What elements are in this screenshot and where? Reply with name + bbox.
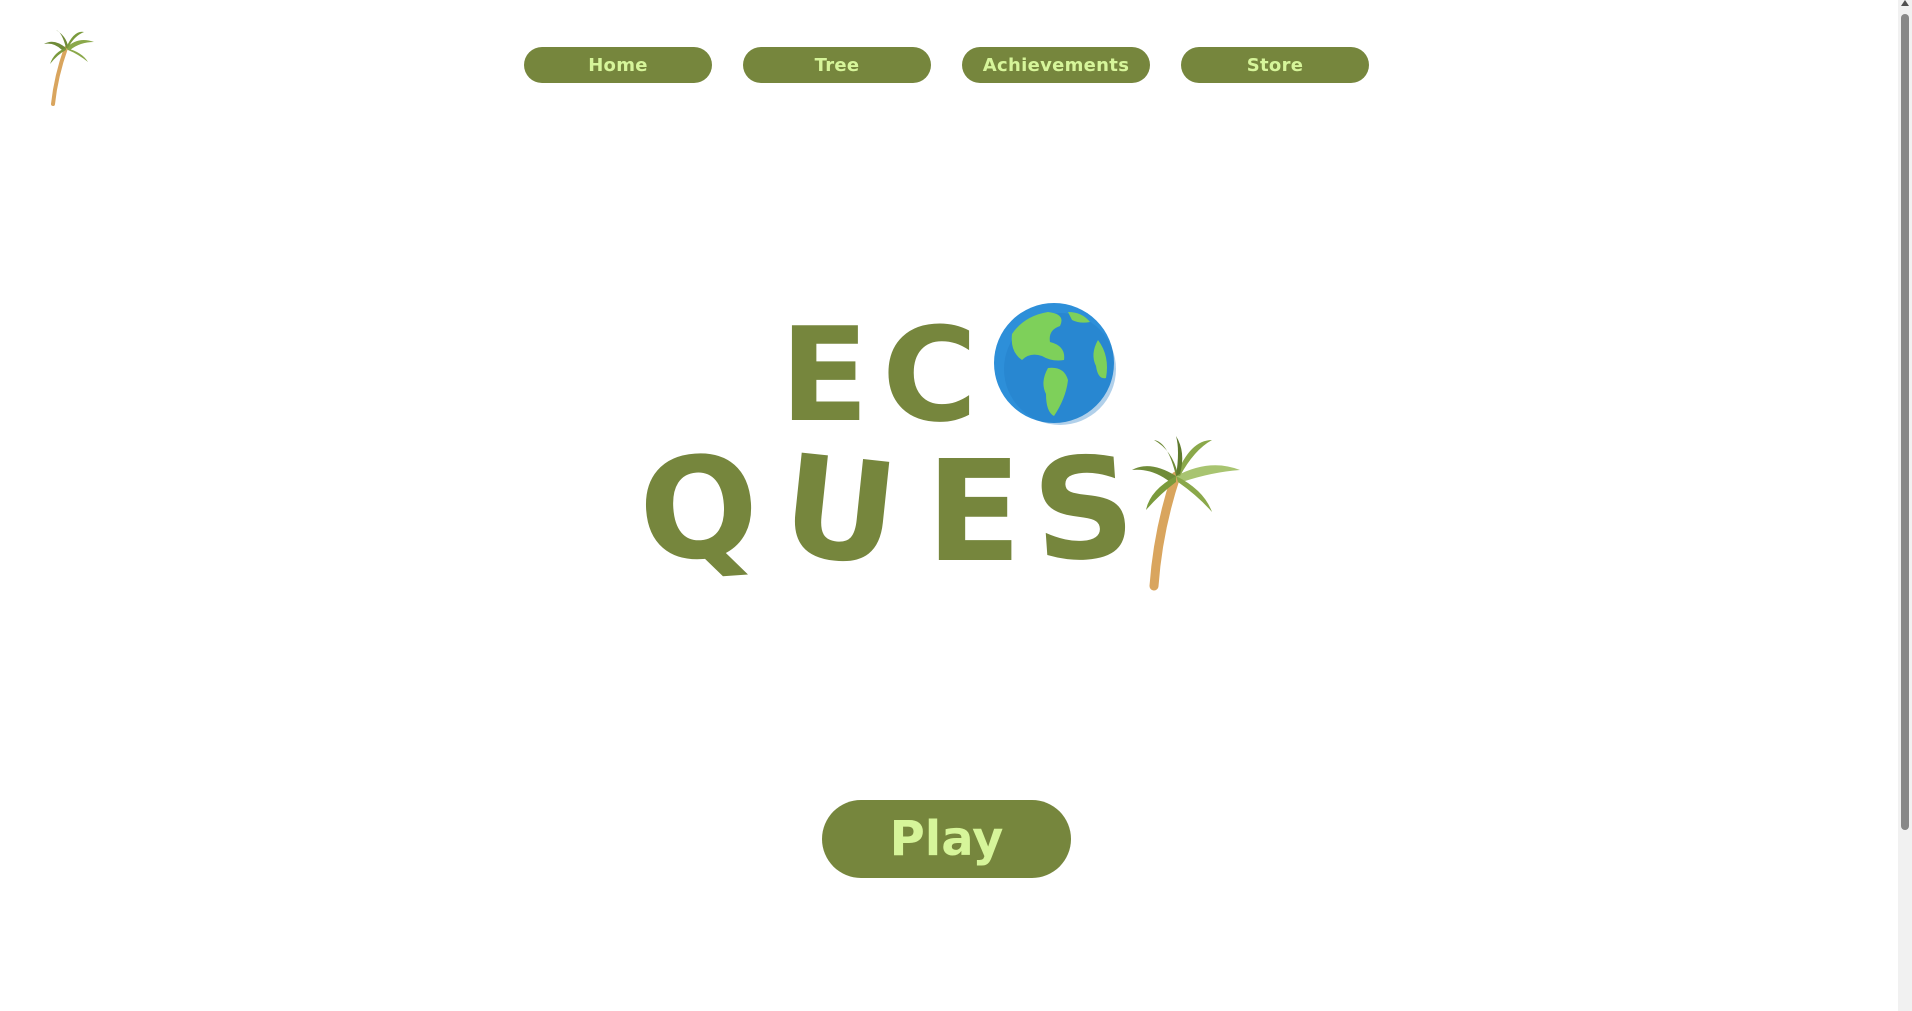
title-letter-u: U — [775, 424, 905, 598]
palm-tree-icon — [1132, 436, 1240, 591]
title-letter-s: S — [1028, 425, 1140, 595]
scroll-up-arrow-icon[interactable] — [1901, 0, 1909, 6]
title-letter-q: Q — [634, 424, 764, 595]
title-letter-e2: E — [926, 431, 1022, 594]
nav-tree-button[interactable]: Tree — [743, 47, 931, 83]
eco-quest-title-logo: E C Q U E S — [634, 299, 1240, 598]
nav-achievements-button[interactable]: Achievements — [962, 47, 1150, 83]
title-letter-c: C — [882, 299, 977, 451]
scrollbar-thumb[interactable] — [1901, 14, 1909, 830]
play-button[interactable]: Play — [822, 800, 1071, 878]
nav-home-button[interactable]: Home — [524, 47, 712, 83]
globe-icon — [994, 303, 1116, 425]
scrollbar[interactable] — [1898, 0, 1912, 1011]
main-nav: Home Tree Achievements Store — [524, 47, 1369, 83]
page: Home Tree Achievements Store E C Q U E S — [0, 0, 1912, 1011]
nav-store-button[interactable]: Store — [1181, 47, 1369, 83]
palm-tree-logo-icon[interactable] — [40, 26, 100, 106]
